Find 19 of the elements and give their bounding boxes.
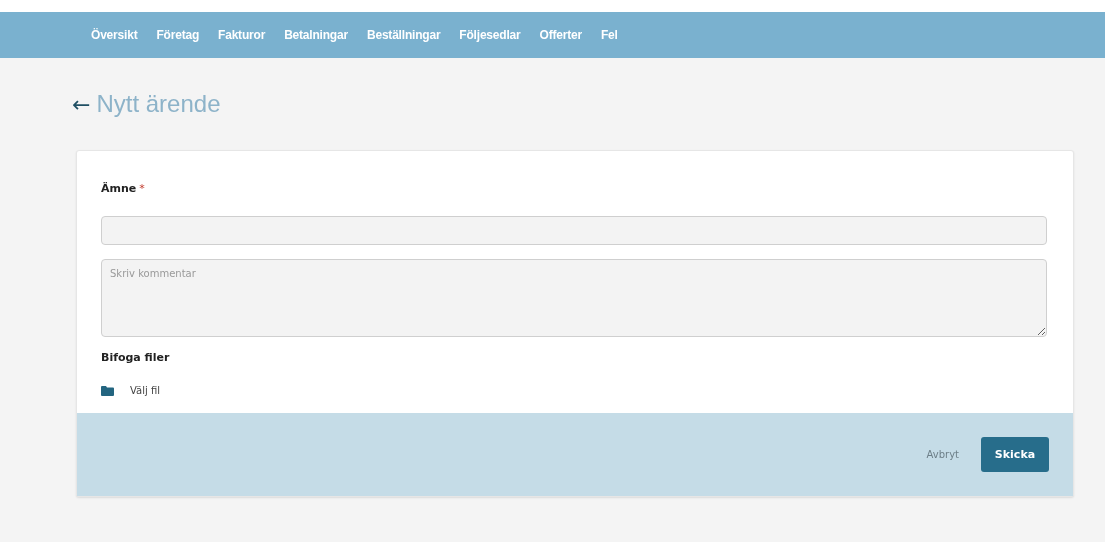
subject-field[interactable] (101, 216, 1047, 245)
required-mark: * (139, 182, 145, 195)
submit-button[interactable]: Skicka (981, 437, 1049, 472)
nav-link[interactable]: Företag (156, 28, 200, 42)
comment-field[interactable]: Skriv kommentar (101, 259, 1047, 337)
page-title: Nytt ärende (96, 90, 221, 118)
back-arrow[interactable]: ← (72, 91, 91, 117)
nav-link[interactable]: Fel (600, 28, 618, 42)
nav-link[interactable]: Fakturor (218, 28, 266, 42)
subject-label: Ämne (101, 182, 137, 195)
nav-link[interactable]: Beställningar (366, 28, 441, 42)
nav-link[interactable]: Översikt (91, 28, 138, 42)
nav-link[interactable]: Offerter (539, 28, 582, 42)
nav-link[interactable]: Följesedlar (459, 28, 521, 42)
cancel-button[interactable]: Avbryt (926, 449, 959, 460)
folder-icon (101, 385, 114, 396)
attach-label: Bifoga filer (101, 351, 170, 364)
choose-file-button[interactable]: Välj fil (101, 385, 160, 396)
nav-link[interactable]: Betalningar (284, 28, 348, 42)
